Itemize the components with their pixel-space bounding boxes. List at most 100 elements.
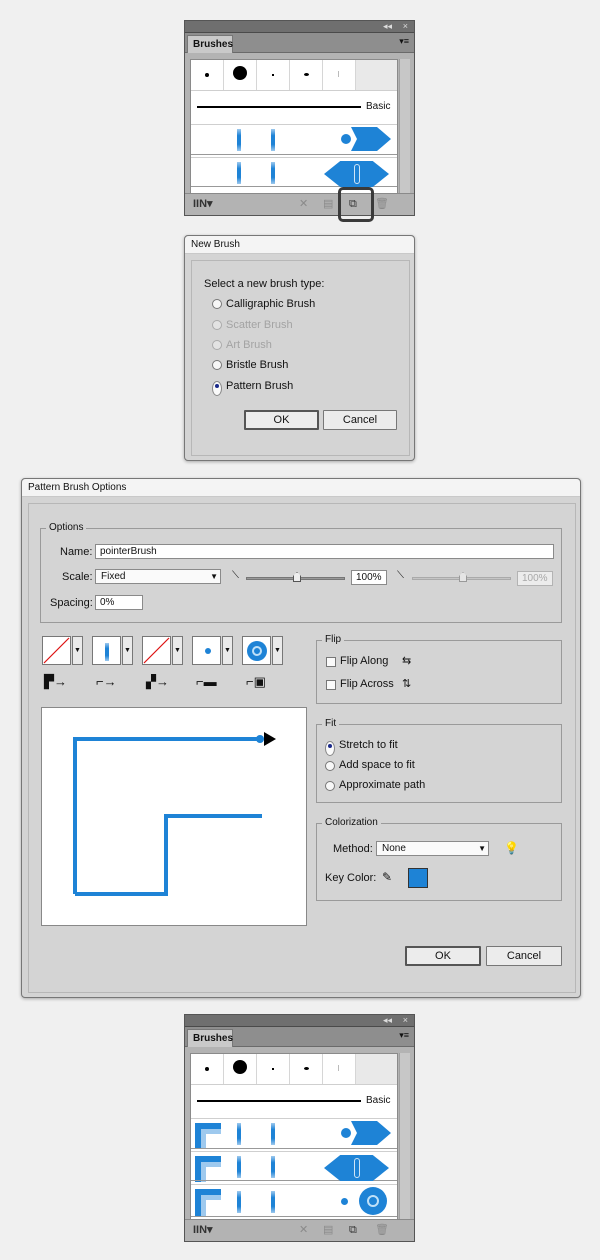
brush-row-basic[interactable]: Basic: [191, 1085, 397, 1117]
eyedropper-icon[interactable]: ✎: [382, 870, 392, 884]
end-tile[interactable]: [242, 636, 271, 665]
chevron-down-icon: ▼: [478, 844, 486, 853]
name-field[interactable]: pointerBrush: [95, 544, 554, 559]
flip-across-checkbox[interactable]: [326, 680, 336, 690]
end-tile-dropdown[interactable]: ▼: [272, 636, 283, 665]
outer-corner-tile[interactable]: [92, 636, 121, 665]
flip-group-title: Flip: [322, 634, 345, 646]
brushes-panel-bottom: ◂◂ × Brushes ▾≡ Basic IIN▾ ✕ ▤ ⧉ 🗑: [184, 1014, 415, 1242]
remove-brush-stroke-icon[interactable]: ✕: [299, 198, 308, 210]
brush-libraries-icon[interactable]: IIN▾: [193, 198, 213, 210]
spacing-field[interactable]: 0%: [95, 595, 143, 610]
new-brush-highlight: [338, 187, 374, 222]
panel-tabbar: Brushes ▾≡: [185, 1027, 414, 1047]
brush-swatch[interactable]: [323, 1054, 356, 1084]
brush-row-basic[interactable]: Basic: [191, 91, 397, 123]
side-tile[interactable]: [42, 636, 71, 665]
chevron-down-icon: ▼: [210, 572, 218, 581]
new-brush-dialog: New Brush Select a new brush type: Calli…: [184, 235, 415, 461]
brush-swatch[interactable]: [224, 1054, 257, 1084]
new-brush-icon[interactable]: ⧉: [349, 1224, 357, 1236]
delete-brush-icon[interactable]: 🗑: [375, 1224, 389, 1236]
scatter-brush-label: Scatter Brush: [226, 319, 293, 331]
tips-lightbulb-icon[interactable]: 💡: [504, 841, 519, 855]
pattern-brush-label[interactable]: Pattern Brush: [226, 380, 293, 393]
brush-libraries-icon[interactable]: IIN▾: [193, 1224, 213, 1236]
calligraphic-brush-radio[interactable]: [212, 299, 222, 309]
flip-across-icon: ⇅: [402, 678, 412, 690]
scale-slider-track-disabled: [412, 572, 511, 582]
flip-along-label[interactable]: Flip Along: [340, 655, 388, 668]
key-color-swatch[interactable]: [408, 868, 428, 888]
scale-percent-field[interactable]: 100%: [351, 570, 387, 585]
brush-swatch[interactable]: [290, 60, 323, 90]
stretch-to-fit-radio[interactable]: [325, 741, 335, 756]
add-space-to-fit-radio[interactable]: [325, 761, 335, 771]
bristle-brush-radio[interactable]: [212, 360, 222, 370]
brush-swatch[interactable]: [257, 1054, 290, 1084]
start-tile-dropdown[interactable]: ▼: [222, 636, 233, 665]
brush-swatch[interactable]: [290, 1054, 323, 1084]
flip-across-label[interactable]: Flip Across: [340, 678, 394, 691]
brush-swatch[interactable]: [257, 60, 290, 90]
panel-menu-icon[interactable]: ▾≡: [399, 1030, 409, 1041]
dialog-title: Pattern Brush Options: [22, 479, 580, 497]
cancel-button[interactable]: Cancel: [486, 946, 562, 966]
panel-menu-icon[interactable]: ▾≡: [399, 36, 409, 47]
approximate-path-label[interactable]: Approximate path: [339, 779, 425, 792]
brush-row-pattern-1[interactable]: [191, 1119, 397, 1151]
flip-group: [316, 640, 562, 704]
calligraphic-brush-label[interactable]: Calligraphic Brush: [226, 298, 315, 311]
basic-brush-label: Basic: [366, 1095, 391, 1106]
brush-row-pattern-2[interactable]: [191, 1152, 397, 1184]
pattern-preview: [41, 707, 307, 926]
brush-list: Basic: [190, 59, 398, 195]
tab-brushes[interactable]: Brushes: [187, 1029, 233, 1047]
brush-swatch[interactable]: [224, 60, 257, 90]
start-tile[interactable]: [192, 636, 221, 665]
fit-group-title: Fit: [322, 718, 340, 730]
inner-corner-tile[interactable]: [142, 636, 171, 665]
brush-options-icon[interactable]: ▤: [323, 1224, 333, 1236]
side-tile-icon: ▛→: [44, 674, 67, 689]
collapse-icon[interactable]: ◂◂: [383, 1015, 392, 1026]
brush-list: Basic: [190, 1053, 398, 1221]
close-icon[interactable]: ×: [403, 21, 408, 32]
ok-button[interactable]: OK: [405, 946, 481, 966]
close-icon[interactable]: ×: [403, 1015, 408, 1026]
key-color-label: Key Color:: [325, 872, 377, 884]
add-space-to-fit-label[interactable]: Add space to fit: [339, 759, 415, 772]
brush-type-prompt: Select a new brush type:: [204, 278, 325, 290]
brush-row-pattern-2[interactable]: [191, 158, 397, 190]
delete-brush-icon[interactable]: 🗑: [375, 198, 389, 210]
end-tile-icon: ⌐▣: [246, 674, 266, 689]
remove-brush-stroke-icon[interactable]: ✕: [299, 1224, 308, 1236]
side-tile-dropdown[interactable]: ▼: [72, 636, 83, 665]
options-group-title: Options: [46, 522, 87, 534]
brush-list-scrollbar[interactable]: [399, 1053, 410, 1221]
panel-titlebar: ◂◂ ×: [185, 1015, 414, 1027]
scale-select[interactable]: Fixed ▼: [95, 569, 221, 584]
brush-list-scrollbar[interactable]: [399, 59, 410, 195]
brush-row-pattern-pointer[interactable]: [191, 1185, 397, 1220]
flip-along-checkbox[interactable]: [326, 657, 336, 667]
brush-swatch[interactable]: [191, 60, 224, 90]
brush-swatch[interactable]: [191, 1054, 224, 1084]
brush-swatch[interactable]: [323, 60, 356, 90]
scale-slider-track[interactable]: [246, 572, 345, 582]
collapse-icon[interactable]: ◂◂: [383, 21, 392, 32]
brush-row-pattern-1[interactable]: [191, 125, 397, 157]
stretch-to-fit-label[interactable]: Stretch to fit: [339, 739, 398, 752]
outer-corner-tile-dropdown[interactable]: ▼: [122, 636, 133, 665]
cancel-button[interactable]: Cancel: [323, 410, 397, 430]
ok-button[interactable]: OK: [244, 410, 319, 430]
method-select[interactable]: None ▼: [376, 841, 489, 856]
bristle-brush-label[interactable]: Bristle Brush: [226, 359, 288, 372]
brush-options-icon[interactable]: ▤: [323, 198, 333, 210]
colorization-group: [316, 823, 562, 901]
approximate-path-radio[interactable]: [325, 781, 335, 791]
pattern-brush-radio[interactable]: [212, 381, 222, 396]
dialog-title: New Brush: [185, 236, 414, 254]
tab-brushes[interactable]: Brushes: [187, 35, 233, 53]
inner-corner-tile-dropdown[interactable]: ▼: [172, 636, 183, 665]
